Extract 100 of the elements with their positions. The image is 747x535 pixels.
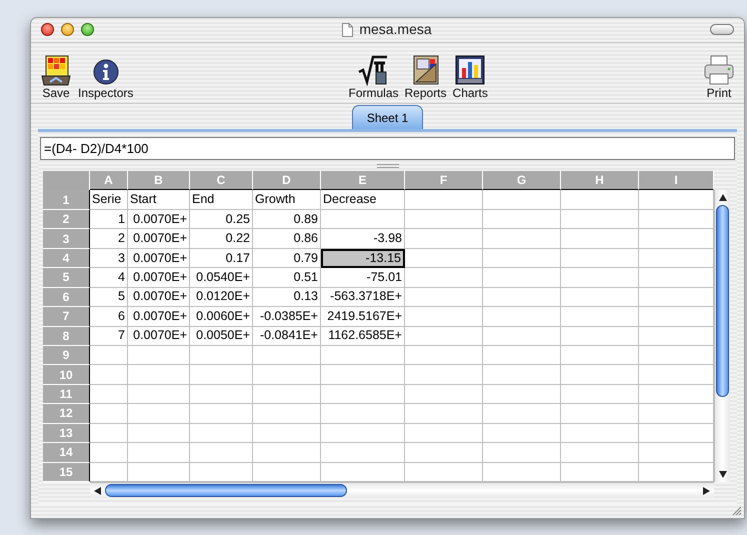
square-root-icon (357, 54, 390, 86)
column-header[interactable]: F (405, 171, 483, 190)
column-header[interactable]: C (190, 171, 253, 190)
resize-grip-icon[interactable] (732, 506, 742, 516)
table-cell: -563.3718E+ (321, 288, 405, 308)
table-cell: Growth (253, 190, 321, 210)
horizontal-scroll-thumb[interactable] (105, 484, 347, 497)
column-header[interactable]: B (128, 171, 190, 190)
corner-header (43, 171, 90, 190)
table-cell: 0.0070E+ (128, 229, 190, 249)
inspectors-button[interactable]: Inspectors (75, 52, 136, 100)
close-button[interactable] (41, 23, 54, 36)
row-header[interactable]: 13 (43, 424, 90, 444)
vertical-scroll-thumb[interactable] (716, 205, 729, 398)
table-cell: 0.0070E+ (128, 288, 190, 308)
table-cell: 2419.5167E+ (321, 307, 405, 326)
toolbar-toggle-button[interactable] (710, 24, 734, 36)
table-cell (128, 365, 190, 385)
table-cell (253, 384, 321, 404)
sheet-tab[interactable]: Sheet 1 (352, 105, 424, 130)
print-button[interactable]: Print (700, 52, 738, 100)
table-cell: 4 (90, 268, 128, 288)
scroll-left-icon[interactable] (94, 486, 101, 494)
row-header[interactable]: 7 (43, 307, 90, 326)
minimize-button[interactable] (61, 23, 74, 36)
table-cell: 0.0060E+ (190, 307, 253, 326)
table-cell: 0.17 (190, 248, 253, 268)
table-cell (90, 443, 128, 463)
table-cell: 1162.6585E+ (321, 326, 405, 346)
info-icon (92, 58, 120, 86)
table-cell: 0.0120E+ (190, 288, 253, 308)
table-cell: 0.13 (253, 288, 321, 308)
table-cell: 0.0070E+ (128, 326, 190, 346)
table-cell (253, 404, 321, 424)
table-cell (90, 424, 128, 444)
column-header[interactable]: A (90, 171, 128, 190)
table-cell (190, 404, 253, 424)
column-header[interactable]: H (561, 171, 639, 190)
table-cell (128, 346, 190, 366)
row-header[interactable]: 5 (43, 268, 90, 288)
table-cell: 0.0070E+ (128, 307, 190, 326)
table-cell (128, 404, 190, 424)
table-cell: 0.0540E+ (190, 268, 253, 288)
column-header[interactable]: D (253, 171, 321, 190)
table-cell: -3.98 (321, 229, 405, 249)
splitter-handle[interactable] (376, 164, 398, 168)
printer-icon (703, 54, 735, 86)
table-cell: 0.51 (253, 268, 321, 288)
chart-icon (454, 54, 486, 86)
row-header[interactable]: 4 (43, 248, 90, 268)
table-cell: 2 (90, 229, 128, 249)
row-header[interactable]: 10 (43, 365, 90, 385)
row-header[interactable]: 11 (43, 384, 90, 404)
row-header[interactable]: 9 (43, 346, 90, 366)
row-header[interactable]: 6 (43, 288, 90, 308)
table-cell (253, 443, 321, 463)
table-cell: Decrease (321, 190, 405, 210)
table-cell: End (190, 190, 253, 210)
row-header[interactable]: 1 (43, 190, 90, 210)
row-header[interactable]: 14 (43, 443, 90, 463)
table-cell: 0.0070E+ (128, 210, 190, 230)
table-cell: 0.0050E+ (190, 326, 253, 346)
row-header[interactable]: 2 (43, 210, 90, 230)
save-button[interactable]: Save (37, 52, 75, 100)
table-cell (128, 443, 190, 463)
row-header[interactable]: 8 (43, 326, 90, 346)
scroll-right-icon[interactable] (703, 486, 710, 494)
table-cell (253, 346, 321, 366)
table-cell: -0.0841E+ (253, 326, 321, 346)
table-cell: 0.0070E+ (128, 248, 190, 268)
table-cell (190, 424, 253, 444)
scroll-up-icon[interactable] (718, 194, 726, 202)
table-cell: 0.79 (253, 248, 321, 268)
table-cell: 0.86 (253, 229, 321, 249)
table-cell: 0.22 (190, 229, 253, 249)
table-cell: -75.01 (321, 268, 405, 288)
table-cell (128, 424, 190, 444)
table-cell: 0.89 (253, 210, 321, 230)
row-header[interactable]: 12 (43, 404, 90, 424)
scroll-down-icon[interactable] (718, 471, 726, 478)
table-cell (253, 365, 321, 385)
table-cell: 0.0070E+ (128, 268, 190, 288)
zoom-button[interactable] (81, 23, 94, 36)
reports-button[interactable]: Reports (402, 52, 450, 100)
formulas-button[interactable]: Formulas (345, 52, 402, 100)
row-header[interactable]: 3 (43, 229, 90, 249)
table-cell: -0.0385E+ (253, 307, 321, 326)
table-cell (128, 384, 190, 404)
formula-field[interactable]: =(D4- D2)/D4*100 (40, 137, 735, 160)
document-icon (342, 22, 354, 37)
table-cell: 3 (90, 248, 128, 268)
table-cell (90, 404, 128, 424)
column-header[interactable]: G (483, 171, 561, 190)
column-header[interactable]: E (321, 171, 405, 190)
row-header[interactable]: 15 (43, 462, 90, 482)
charts-button[interactable]: Charts (450, 52, 491, 100)
table-cell (190, 365, 253, 385)
table-cell: 7 (90, 326, 128, 346)
column-header[interactable]: I (639, 171, 714, 190)
table-cell: Serie (90, 190, 128, 210)
